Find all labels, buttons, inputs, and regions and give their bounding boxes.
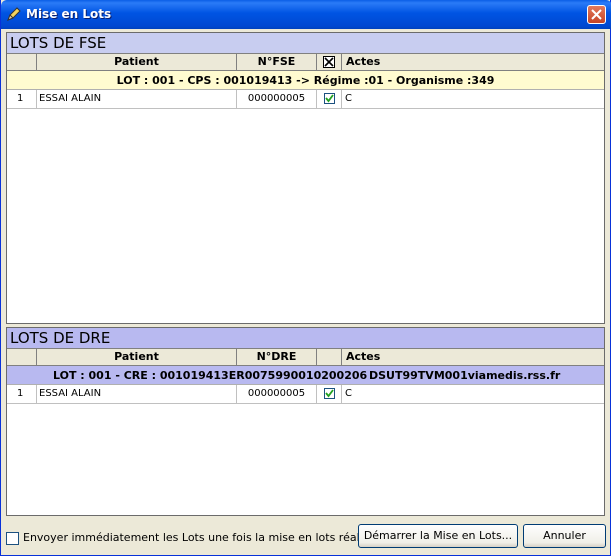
row-number: 1	[7, 90, 37, 108]
window-title: Mise en Lots	[26, 7, 112, 21]
col-select-all[interactable]	[317, 54, 342, 70]
row-patient: ESSAI ALAIN	[37, 385, 237, 403]
row-fse-number: 000000005	[237, 90, 317, 108]
mise-en-lots-window: Mise en Lots LOTS DE FSE Patient N°FSE A…	[0, 0, 611, 556]
title-bar: Mise en Lots	[1, 0, 611, 29]
col-nfse[interactable]: N°FSE	[237, 54, 317, 70]
dre-column-header: Patient N°DRE Actes	[7, 348, 604, 366]
send-immediately-label[interactable]: Envoyer immédiatement les Lots une fois …	[23, 531, 392, 545]
row-checkbox-cell[interactable]	[317, 90, 342, 108]
dre-lot-row[interactable]: LOT : 001 - CRE : 001019413ER00759900102…	[7, 366, 604, 385]
dre-lots-panel: LOTS DE DRE Patient N°DRE Actes LOT : 00…	[6, 327, 605, 516]
dre-section-title: LOTS DE DRE	[7, 328, 604, 348]
row-dre-number: 000000005	[237, 385, 317, 403]
table-row[interactable]: 1 ESSAI ALAIN 000000005 C	[7, 90, 604, 109]
col-ndre[interactable]: N°DRE	[237, 349, 317, 365]
row-actes: C	[345, 93, 352, 104]
row-checkbox[interactable]	[324, 93, 335, 104]
close-icon	[591, 9, 602, 20]
checkmark-icon	[325, 94, 334, 103]
send-immediately-checkbox[interactable]	[6, 532, 19, 545]
fse-section-title: LOTS DE FSE	[7, 33, 604, 53]
cancel-button[interactable]: Annuler	[523, 524, 606, 548]
row-patient: ESSAI ALAIN	[37, 90, 237, 108]
select-all-checkbox[interactable]	[323, 56, 335, 68]
checkmark-icon	[325, 389, 334, 398]
close-button[interactable]	[587, 5, 606, 24]
col-actes[interactable]: Actes	[342, 54, 604, 70]
table-row[interactable]: 1 ESSAI ALAIN 000000005 C	[7, 385, 604, 404]
fse-column-header: Patient N°FSE Actes	[7, 53, 604, 71]
start-batching-button[interactable]: Démarrer la Mise en Lots...	[358, 524, 518, 548]
fse-lot-row[interactable]: LOT : 001 - CPS : 001019413 -> Régime :0…	[7, 71, 604, 90]
col-index[interactable]	[7, 54, 37, 70]
fse-lots-panel: LOTS DE FSE Patient N°FSE Actes LOT : 00…	[6, 32, 605, 324]
dre-lot-address: DSUT99TVM001viamedis.rss.fr	[369, 369, 561, 382]
row-actes: C	[345, 388, 352, 399]
col-index[interactable]	[7, 349, 37, 365]
row-checkbox[interactable]	[324, 388, 335, 399]
row-number: 1	[7, 385, 37, 403]
col-patient[interactable]: Patient	[37, 54, 237, 70]
dre-lot-label: LOT : 001 - CRE : 001019413ER00759900102…	[53, 369, 368, 382]
col-actes[interactable]: Actes	[342, 349, 604, 365]
col-patient[interactable]: Patient	[37, 349, 237, 365]
col-select[interactable]	[317, 349, 342, 365]
pencil-icon	[7, 7, 21, 21]
x-mark-icon	[324, 57, 334, 67]
row-checkbox-cell[interactable]	[317, 385, 342, 403]
